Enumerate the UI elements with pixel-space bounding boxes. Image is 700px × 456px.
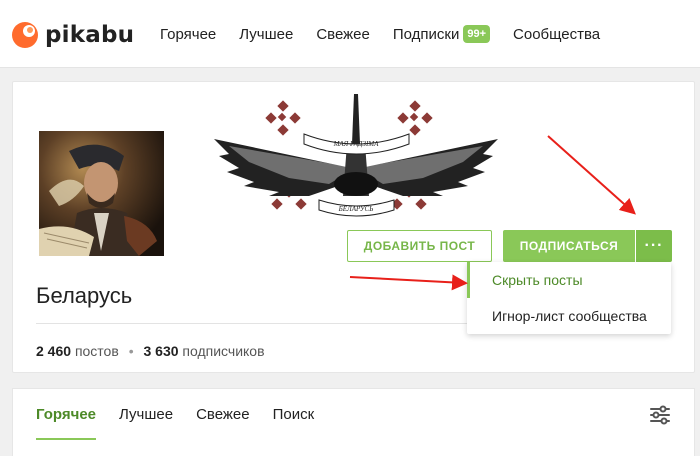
top-bar: pikabu Горячее Лучшее Свежее Подписки 99… xyxy=(0,0,700,68)
tab-fresh[interactable]: Свежее xyxy=(196,389,250,439)
subscriptions-badge: 99+ xyxy=(463,25,491,43)
community-title: Беларусь xyxy=(36,283,133,308)
community-avatar xyxy=(39,131,164,256)
feed-tabs: Горячее Лучшее Свежее Поиск xyxy=(36,389,337,440)
more-dots-icon: ··· xyxy=(644,237,664,254)
nav-item-subscriptions[interactable]: Подписки 99+ xyxy=(392,25,491,43)
tab-hot[interactable]: Горячее xyxy=(36,389,97,440)
community-banner: МАЯ РАДЗІМА БЕЛАРУСЬ xyxy=(214,94,498,217)
nav-item-communities[interactable]: Сообщества xyxy=(513,26,600,43)
nav-item-best[interactable]: Лучшее xyxy=(239,26,293,43)
subscribers-count: 3 630 xyxy=(143,343,179,359)
banner-text-bottom: БЕЛАРУСЬ xyxy=(338,205,374,213)
logo-text: pikabu xyxy=(45,22,135,48)
more-button[interactable]: ··· xyxy=(636,230,672,262)
nav-item-hot[interactable]: Горячее xyxy=(160,26,216,43)
nav-item-fresh[interactable]: Свежее xyxy=(316,26,370,43)
pikabu-logo-icon xyxy=(12,22,38,48)
tab-best[interactable]: Лучшее xyxy=(119,389,173,439)
add-post-button[interactable]: ДОБАВИТЬ ПОСТ xyxy=(347,230,492,262)
main-nav: Горячее Лучшее Свежее Подписки 99+ Сообщ… xyxy=(160,0,623,68)
subscribe-button[interactable]: ПОДПИСАТЬСЯ xyxy=(503,230,635,262)
menu-item-ignore-list[interactable]: Игнор-лист сообщества xyxy=(467,298,671,334)
filter-settings-icon[interactable] xyxy=(649,405,671,425)
posts-count: 2 460 xyxy=(36,343,72,359)
menu-item-hide-posts[interactable]: Скрыть посты xyxy=(467,262,671,298)
community-dropdown-menu: Скрыть посты Игнор-лист сообщества xyxy=(467,262,671,334)
logo[interactable]: pikabu xyxy=(11,20,134,50)
subscribers-label: подписчиков xyxy=(182,343,265,359)
tabs-card: Горячее Лучшее Свежее Поиск xyxy=(12,388,695,456)
tab-search[interactable]: Поиск xyxy=(273,389,315,439)
divider xyxy=(36,323,481,324)
banner-text-top: МАЯ РАДЗІМА xyxy=(333,140,380,148)
posts-label: постов xyxy=(74,343,119,359)
stats-separator: • xyxy=(128,343,134,359)
nav-item-subscriptions-label: Подписки xyxy=(392,25,460,43)
community-stats: 2 460 постов • 3 630 подписчиков xyxy=(36,343,265,359)
